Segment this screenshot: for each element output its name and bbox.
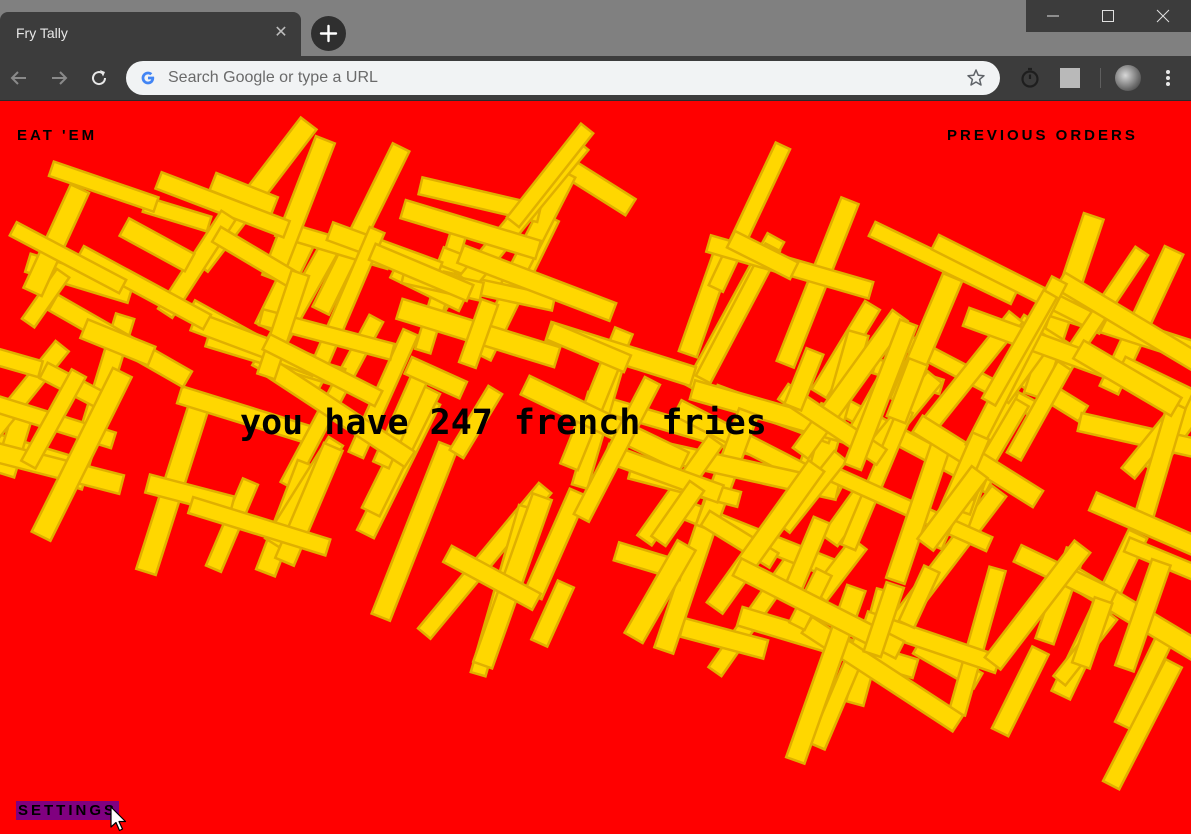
fries-background (0, 115, 1191, 791)
window-close-button[interactable] (1136, 0, 1191, 32)
timer-icon[interactable] (1018, 66, 1042, 90)
previous-orders-link[interactable]: PREVIOUS ORDERS (947, 127, 1138, 144)
french-fry (0, 342, 45, 379)
fry-counter: you have 247 french fries (240, 403, 767, 443)
plus-icon (319, 24, 338, 43)
fry-tally-page: EAT 'EM PREVIOUS ORDERS you have 247 fre… (0, 101, 1191, 834)
maximize-icon (1102, 10, 1114, 22)
mouse-cursor-icon (110, 806, 127, 832)
new-tab-button[interactable] (311, 16, 346, 51)
eat-em-link[interactable]: EAT 'EM (17, 127, 97, 144)
address-bar-placeholder: Search Google or type a URL (168, 69, 378, 86)
minimize-icon (1047, 15, 1059, 17)
toolbar-separator (1100, 68, 1101, 88)
star-icon[interactable] (966, 68, 986, 88)
close-icon (1156, 9, 1170, 23)
avatar[interactable] (1115, 65, 1141, 91)
maximize-button[interactable] (1081, 0, 1136, 32)
forward-icon[interactable] (47, 66, 71, 90)
address-bar[interactable]: Search Google or type a URL (126, 61, 1000, 95)
tab-close-icon[interactable]: ✕ (270, 22, 292, 44)
google-icon (141, 71, 155, 85)
back-icon[interactable] (7, 66, 31, 90)
extension-icon[interactable] (1060, 68, 1080, 88)
minimize-button[interactable] (1026, 0, 1081, 32)
settings-button[interactable]: SETTINGS (16, 801, 120, 820)
french-fry (117, 216, 197, 273)
reload-icon[interactable] (87, 66, 111, 90)
menu-icon[interactable] (1160, 66, 1176, 90)
browser-tab[interactable]: Fry Tally ✕ (0, 12, 301, 56)
tab-title: Fry Tally (16, 25, 68, 41)
